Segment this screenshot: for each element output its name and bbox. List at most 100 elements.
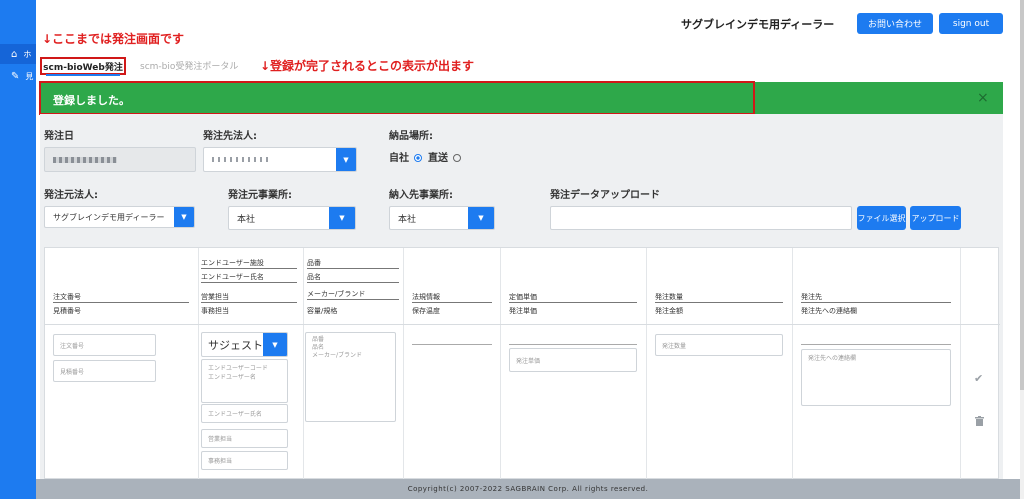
select-value: 本社 xyxy=(398,214,417,225)
th-list-price: 定価単価 xyxy=(509,293,537,301)
tab-scm-bio-portal[interactable]: scm-bio受発注ポータル xyxy=(140,59,238,72)
delivery-office-label: 納入先事業所: xyxy=(389,190,453,201)
th-product-code: 品番 xyxy=(307,259,321,267)
sidebar-item-edit[interactable]: ✎ 見 xyxy=(0,66,36,86)
order-price-input[interactable]: 発注単価 xyxy=(509,348,637,372)
column-divider xyxy=(792,248,793,480)
order-to-corp-select[interactable]: ▼ xyxy=(203,147,357,172)
supplier-note-textarea[interactable]: 発注先への連絡欄 xyxy=(801,349,951,406)
check-icon[interactable]: ✔ xyxy=(974,372,983,385)
th-quote-no: 見積番号 xyxy=(53,307,81,315)
masked-value xyxy=(212,157,272,162)
upload-button[interactable]: アップロード xyxy=(910,206,961,230)
dealer-name: サグブレインデモ用ディーラー xyxy=(681,18,835,31)
radio-own[interactable] xyxy=(414,154,423,162)
order-date-label: 発注日 xyxy=(44,131,74,142)
enduser-code-textarea[interactable]: エンドユーザーコード エンドユーザー名 xyxy=(201,359,288,403)
home-icon: ⌂ xyxy=(11,48,18,60)
tab-active-underline xyxy=(46,74,120,76)
header-underline xyxy=(201,302,297,303)
scrollbar[interactable] xyxy=(1020,0,1024,499)
header-underline xyxy=(53,302,189,303)
column-divider xyxy=(198,248,199,480)
column-divider xyxy=(403,248,404,480)
select-value: サジェスト xyxy=(208,338,263,352)
edit-icon: ✎ xyxy=(11,70,20,82)
radio-direct[interactable] xyxy=(453,154,462,162)
th-order-price: 発注単価 xyxy=(509,307,537,315)
regulation-line xyxy=(412,344,492,345)
delivery-office-select[interactable]: 本社 ▼ xyxy=(389,206,495,230)
header-underline xyxy=(801,302,951,303)
header-underline xyxy=(412,302,492,303)
column-divider xyxy=(646,248,647,480)
th-sales-rep: 営業担当 xyxy=(201,293,229,301)
contact-button[interactable]: お問い合わせ xyxy=(857,13,933,34)
annotation-banner: ↓登録が完了されるとこの表示が出ます xyxy=(260,59,475,73)
select-value: サグブレインデモ用ディーラー xyxy=(53,212,165,222)
sidebar: ⌂ ホ ✎ 見 xyxy=(0,0,36,499)
th-enduser-name: エンドユーザー氏名 xyxy=(201,273,264,281)
order-date-field[interactable] xyxy=(44,147,196,172)
header-underline xyxy=(307,299,399,300)
th-office-rep: 事務担当 xyxy=(201,307,229,315)
header-underline xyxy=(201,282,297,283)
upload-label: 発注データアップロード xyxy=(550,190,660,201)
order-from-office-select[interactable]: 本社 ▼ xyxy=(228,206,356,230)
product-textarea[interactable]: 品番 品名 メーカー/ブランド xyxy=(305,332,396,422)
sidebar-item-label: 見 xyxy=(25,71,34,81)
delivery-option-label: 自社 xyxy=(389,153,409,164)
select-value: 本社 xyxy=(237,214,256,225)
th-supplier-note: 発注先への連絡欄 xyxy=(801,307,857,315)
close-icon[interactable]: × xyxy=(977,90,989,106)
enduser-name-input[interactable]: エンドユーザー氏名 xyxy=(201,404,288,423)
quote-no-input[interactable]: 見積番号 xyxy=(53,360,156,382)
header-underline xyxy=(201,268,297,269)
header-underline xyxy=(509,302,637,303)
header-underline xyxy=(655,302,783,303)
chevron-down-icon: ▼ xyxy=(329,207,355,229)
th-maker-brand: メーカー/ブランド xyxy=(307,290,366,298)
file-select-button[interactable]: ファイル選択 xyxy=(857,206,906,230)
th-product-name: 品名 xyxy=(307,273,321,281)
upload-file-field[interactable] xyxy=(550,206,852,230)
th-supplier: 発注先 xyxy=(801,293,822,301)
header-divider xyxy=(45,324,1000,325)
main-content: ↓ここまでは発注画面です ↓登録が完了されるとこの表示が出ます サグブレインデモ… xyxy=(36,0,1020,499)
tab-label: scm-bioWeb発注 xyxy=(43,62,123,73)
annotation-highlight-box xyxy=(39,81,755,115)
th-enduser-facility: エンドユーザー施設 xyxy=(201,259,264,267)
trash-icon[interactable] xyxy=(975,416,984,429)
column-divider xyxy=(500,248,501,480)
chevron-down-icon: ▼ xyxy=(263,333,287,356)
alert-message: 登録しました。 xyxy=(53,94,130,107)
th-regulation: 法規情報 xyxy=(412,293,440,301)
th-amount: 発注金額 xyxy=(655,307,683,315)
delivery-place-label: 納品場所: xyxy=(389,131,433,142)
sales-rep-input[interactable]: 営業担当 xyxy=(201,429,288,448)
column-divider xyxy=(303,248,304,480)
office-rep-input[interactable]: 事務担当 xyxy=(201,451,288,470)
order-from-office-label: 発注元事業所: xyxy=(228,190,292,201)
th-quantity: 発注数量 xyxy=(655,293,683,301)
suggest-select[interactable]: サジェスト ▼ xyxy=(201,332,288,357)
header-underline xyxy=(307,282,399,283)
delivery-option-label: 直送 xyxy=(427,153,448,164)
supplier-line xyxy=(801,344,951,345)
column-divider xyxy=(960,248,961,480)
chevron-down-icon: ▼ xyxy=(468,207,494,229)
order-to-corp-label: 発注先法人: xyxy=(203,131,257,142)
order-no-input[interactable]: 注文番号 xyxy=(53,334,156,356)
footer-copyright: Copyright(c) 2007-2022 SAGBRAIN Corp. Al… xyxy=(36,479,1020,499)
sidebar-item-home[interactable]: ⌂ ホ xyxy=(0,44,36,64)
order-from-corp-select[interactable]: サグブレインデモ用ディーラー ▼ xyxy=(44,206,195,228)
tab-scm-bio-web-order[interactable]: scm-bioWeb発注 xyxy=(40,57,126,76)
order-items-table: 注文番号 見積番号 エンドユーザー施設 エンドユーザー氏名 営業担当 事務担当 … xyxy=(44,247,1000,480)
masked-value xyxy=(53,156,117,163)
annotation-top: ↓ここまでは発注画面です xyxy=(42,32,185,46)
sign-out-button[interactable]: sign out xyxy=(939,13,1003,34)
scrollbar-thumb[interactable] xyxy=(1020,0,1024,390)
th-order-no: 注文番号 xyxy=(53,293,81,301)
quantity-input[interactable]: 発注数量 xyxy=(655,334,783,356)
sidebar-item-label: ホ xyxy=(23,49,32,59)
